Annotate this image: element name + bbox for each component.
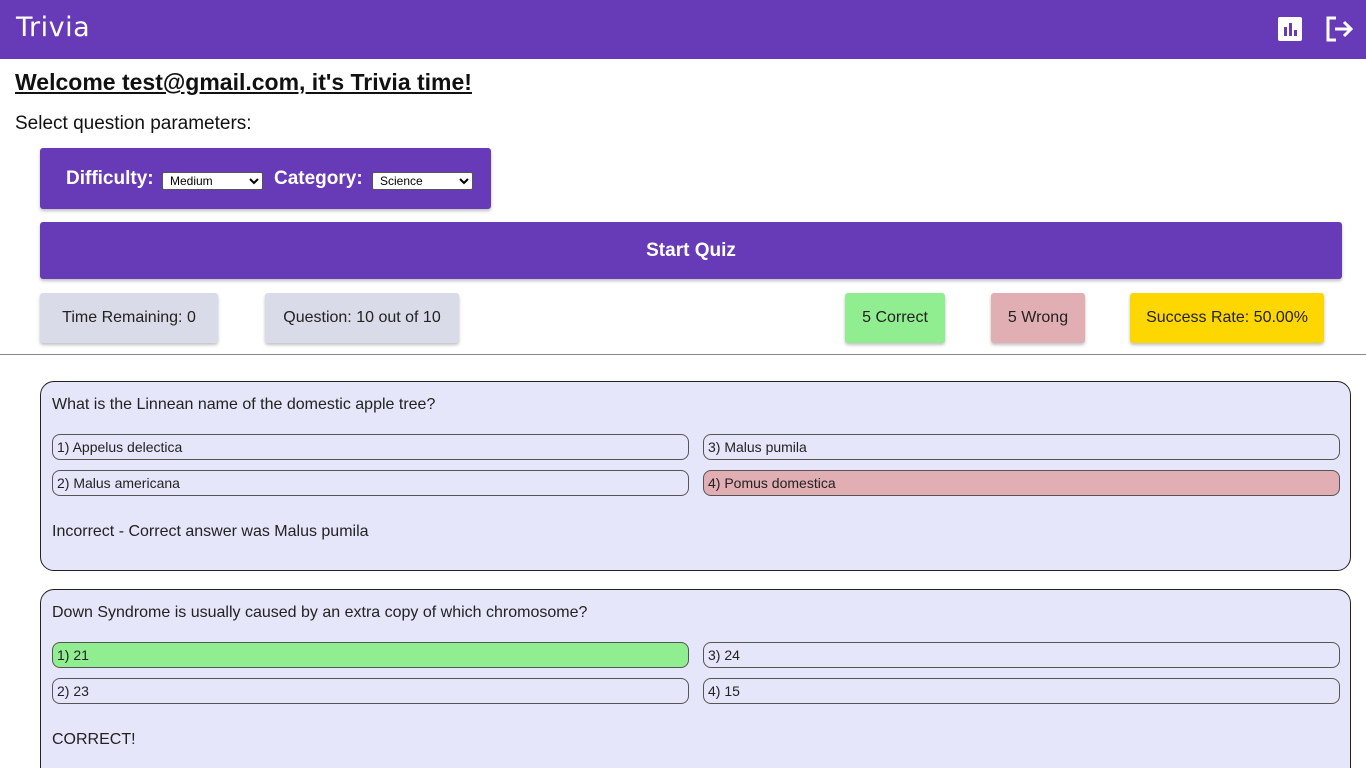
correct-count-badge: 5 Correct xyxy=(845,293,945,343)
question-card: What is the Linnean name of the domestic… xyxy=(40,381,1351,571)
answer-option[interactable]: 3) Malus pumila xyxy=(703,434,1340,460)
time-remaining-badge: Time Remaining: 0 xyxy=(40,293,218,343)
difficulty-label: Difficulty: xyxy=(66,168,154,189)
select-params-label: Select question parameters: xyxy=(15,113,252,134)
app-title: Trivia xyxy=(16,12,91,43)
bar-chart-icon[interactable] xyxy=(1276,15,1304,43)
answer-option[interactable]: 4) 15 xyxy=(703,678,1340,704)
category-select[interactable]: Science xyxy=(372,172,473,190)
answer-option[interactable]: 1) Appelus delectica xyxy=(52,434,689,460)
logout-icon[interactable] xyxy=(1324,15,1354,43)
divider xyxy=(0,354,1366,355)
start-quiz-button[interactable]: Start Quiz xyxy=(40,222,1342,279)
category-label: Category: xyxy=(274,168,363,189)
answer-feedback: Incorrect - Correct answer was Malus pum… xyxy=(52,523,369,540)
wrong-count-badge: 5 Wrong xyxy=(991,293,1085,343)
answer-option-selected-wrong[interactable]: 4) Pomus domestica xyxy=(703,470,1340,496)
answer-option-selected-correct[interactable]: 1) 21 xyxy=(52,642,689,668)
question-text: Down Syndrome is usually caused by an ex… xyxy=(52,604,588,621)
answer-option[interactable]: 2) 23 xyxy=(52,678,689,704)
difficulty-select[interactable]: Medium xyxy=(162,172,263,190)
question-counter-badge: Question: 10 out of 10 xyxy=(265,293,459,343)
question-text: What is the Linnean name of the domestic… xyxy=(52,396,436,413)
answer-option[interactable]: 3) 24 xyxy=(703,642,1340,668)
answer-option[interactable]: 2) Malus americana xyxy=(52,470,689,496)
question-card: Down Syndrome is usually caused by an ex… xyxy=(40,589,1351,768)
params-panel: Difficulty: Medium Category: Science xyxy=(40,148,491,209)
success-rate-badge: Success Rate: 50.00% xyxy=(1130,293,1324,343)
app-header: Trivia xyxy=(0,0,1366,59)
welcome-heading: Welcome test@gmail.com, it's Trivia time… xyxy=(15,69,472,95)
answer-feedback: CORRECT! xyxy=(52,731,136,748)
